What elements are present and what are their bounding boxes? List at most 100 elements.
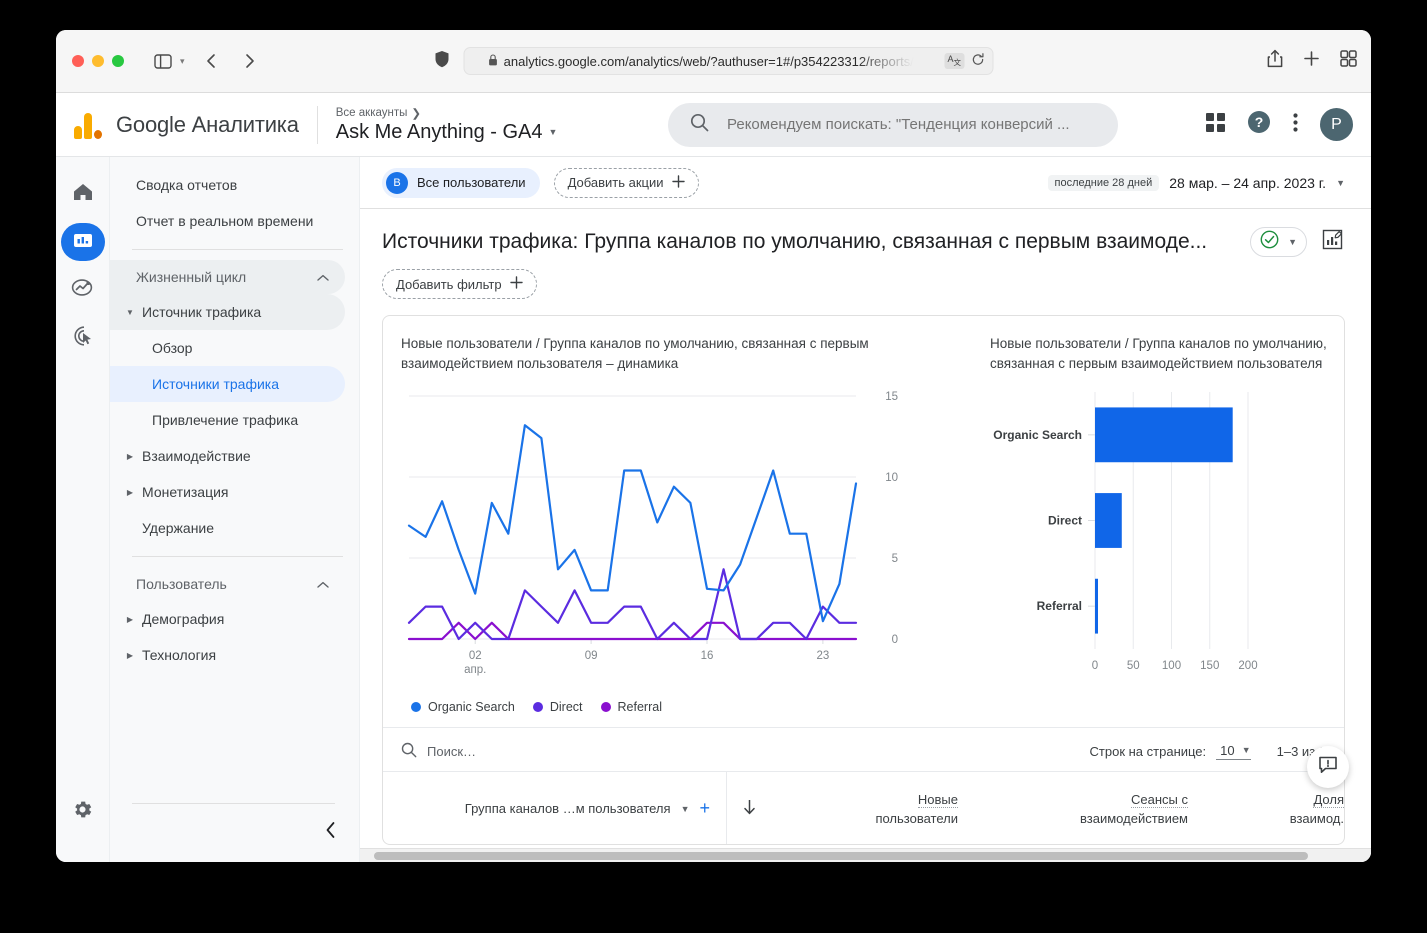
svg-text:?: ? xyxy=(1255,114,1264,130)
table-header-engaged-sessions[interactable]: Сеансы с взаимодействием xyxy=(958,790,1188,828)
legend-dot-icon xyxy=(411,702,421,712)
report-main: В Все пользователи Добавить акции послед… xyxy=(360,157,1371,862)
chevron-down-icon[interactable]: ▼ xyxy=(549,127,558,137)
sidebar-item-demographics[interactable]: ▶ Демография xyxy=(110,601,345,637)
sidebar-item-engagement[interactable]: ▶ Взаимодействие xyxy=(110,438,345,474)
rows-per-page-control[interactable]: Строк на странице: 10 ▼ xyxy=(1090,743,1251,760)
bar-chart[interactable]: 0 50 100 150 200 Organic Search Direct Referral xyxy=(990,374,1275,714)
gear-icon[interactable] xyxy=(71,798,94,826)
sidebar-item-traffic-sources[interactable]: Источники трафика xyxy=(110,366,345,402)
table-header-new-users[interactable]: Новые пользователи xyxy=(773,790,958,828)
rows-per-page-label: Строк на странице: xyxy=(1089,744,1207,759)
sidebar-item-technology[interactable]: ▶ Технология xyxy=(110,637,345,673)
rail-item-advertising[interactable] xyxy=(61,319,105,357)
search-input[interactable] xyxy=(727,116,1087,133)
legend-item-referral[interactable]: Referral xyxy=(600,700,662,714)
table-header-engagement-rate[interactable]: Доля взаимод. xyxy=(1188,790,1344,828)
chevron-down-icon: ▼ xyxy=(126,307,134,317)
property-selector[interactable]: Все аккаунты ❯ Ask Me Anything - GA4 ▼ xyxy=(336,106,558,144)
line-chart-title: Новые пользователи / Группа каналов по у… xyxy=(401,336,869,371)
table-header-dimension[interactable]: Группа каналов …м пользователя ▼ + xyxy=(383,772,727,844)
property-name: Ask Me Anything - GA4 ▼ xyxy=(336,121,558,144)
sidebar-dropdown-icon[interactable]: ▾ xyxy=(180,56,185,67)
svg-text:23: 23 xyxy=(816,650,829,662)
svg-text:апр.: апр. xyxy=(464,664,486,676)
apps-grid-icon[interactable] xyxy=(1206,112,1225,137)
new-tab-icon[interactable] xyxy=(1303,50,1320,72)
rail-item-home[interactable] xyxy=(61,175,105,213)
add-filter-button[interactable]: Добавить фильтр xyxy=(382,269,537,299)
edit-comparison-button[interactable] xyxy=(1319,229,1345,255)
segment-label: Все пользователи xyxy=(417,175,526,190)
rows-per-page-select[interactable]: 10 ▼ xyxy=(1216,743,1251,760)
help-icon[interactable]: ? xyxy=(1247,110,1271,139)
dimension-label: Группа каналов …м пользователя xyxy=(464,801,671,816)
line-chart[interactable]: 0 5 10 15 02 апр. 09 16 23 xyxy=(401,374,921,689)
svg-text:Direct: Direct xyxy=(1048,514,1082,528)
chevron-down-icon[interactable]: ▼ xyxy=(681,804,690,814)
account-breadcrumb[interactable]: Все аккаунты ❯ xyxy=(336,106,558,120)
sidebar-item-monetization[interactable]: ▶ Монетизация xyxy=(110,474,345,510)
legend-dot-icon xyxy=(532,702,543,712)
chevron-down-icon: ▼ xyxy=(1288,237,1297,247)
sidebar-collapse-button[interactable] xyxy=(325,821,337,844)
forward-arrow-icon[interactable] xyxy=(237,48,263,74)
url-bar[interactable]: analytics.google.com/analytics/web/?auth… xyxy=(463,47,993,75)
svg-text:15: 15 xyxy=(885,391,898,403)
share-icon[interactable] xyxy=(1267,49,1283,73)
tab-overview-icon[interactable] xyxy=(1340,50,1357,72)
icon-rail xyxy=(56,157,110,862)
avatar[interactable]: P xyxy=(1320,108,1353,141)
lock-icon xyxy=(489,53,498,69)
translate-icon[interactable]: A文 xyxy=(944,53,964,69)
sidebar-item-overview[interactable]: Обзор xyxy=(110,330,345,366)
svg-text:09: 09 xyxy=(585,650,598,662)
sidebar-item-realtime[interactable]: Отчет в реальном времени xyxy=(110,203,345,239)
sidebar-item-retention[interactable]: Удержание xyxy=(110,510,345,546)
more-vertical-icon[interactable] xyxy=(1293,112,1298,137)
sidebar-sub-label: Источники трафика xyxy=(152,376,280,392)
metric-line-2: пользователи xyxy=(875,810,958,826)
table-search[interactable]: Поиск… xyxy=(401,742,476,761)
sidebar-item-traffic-source[interactable]: ▼ Источник трафика xyxy=(110,294,345,330)
search-icon xyxy=(690,113,709,137)
chevron-right-icon: ▶ xyxy=(126,451,134,461)
scrollbar-thumb[interactable] xyxy=(374,852,1308,860)
explore-icon xyxy=(71,277,95,304)
maximize-window-button[interactable] xyxy=(112,55,124,67)
add-comparison-button[interactable]: Добавить акции xyxy=(553,167,699,198)
line-chart-legend: Organic Search Direct Referral xyxy=(411,700,956,714)
report-status-control[interactable]: ▼ xyxy=(1250,227,1307,257)
report-toolbar: В Все пользователи Добавить акции послед… xyxy=(360,157,1371,209)
browser-nav-group: ▾ xyxy=(150,48,263,74)
back-arrow-icon[interactable] xyxy=(199,48,225,74)
sidebar-group-label: Пользователь xyxy=(136,576,227,592)
rail-item-explore[interactable] xyxy=(61,271,105,309)
shield-icon[interactable] xyxy=(434,50,449,73)
global-search[interactable] xyxy=(668,102,1118,147)
segment-chip-all-users[interactable]: В Все пользователи xyxy=(382,167,540,198)
chevron-down-icon: ▼ xyxy=(1241,745,1251,755)
sidebar-item-traffic-acquisition[interactable]: Привлечение трафика xyxy=(110,402,345,438)
legend-item-organic-search[interactable]: Organic Search xyxy=(411,700,515,714)
sort-descending-icon[interactable] xyxy=(743,799,773,818)
sidebar-group-user[interactable]: Пользователь xyxy=(110,567,345,601)
reload-icon[interactable] xyxy=(971,53,984,69)
charts-row: Новые пользователи / Группа каналов по у… xyxy=(383,316,1344,719)
svg-text:200: 200 xyxy=(1238,660,1257,672)
minimize-window-button[interactable] xyxy=(92,55,104,67)
sidebar-toggle-icon[interactable] xyxy=(150,48,176,74)
header-actions: ? P xyxy=(1206,108,1353,141)
feedback-button[interactable] xyxy=(1307,746,1349,788)
rail-item-reports[interactable] xyxy=(60,223,105,261)
date-range-selector[interactable]: последние 28 дней 28 мар. – 24 апр. 2023… xyxy=(1047,174,1345,191)
feedback-icon xyxy=(1318,755,1338,780)
svg-text:100: 100 xyxy=(1162,660,1181,672)
add-dimension-icon[interactable]: + xyxy=(699,798,710,819)
sidebar-item-reports-snapshot[interactable]: Сводка отчетов xyxy=(110,167,345,203)
legend-item-direct[interactable]: Direct xyxy=(532,700,583,714)
close-window-button[interactable] xyxy=(72,55,84,67)
sidebar-item-label: Демография xyxy=(142,611,225,627)
horizontal-scrollbar[interactable] xyxy=(360,848,1371,862)
sidebar-group-lifecycle[interactable]: Жизненный цикл xyxy=(110,260,345,294)
